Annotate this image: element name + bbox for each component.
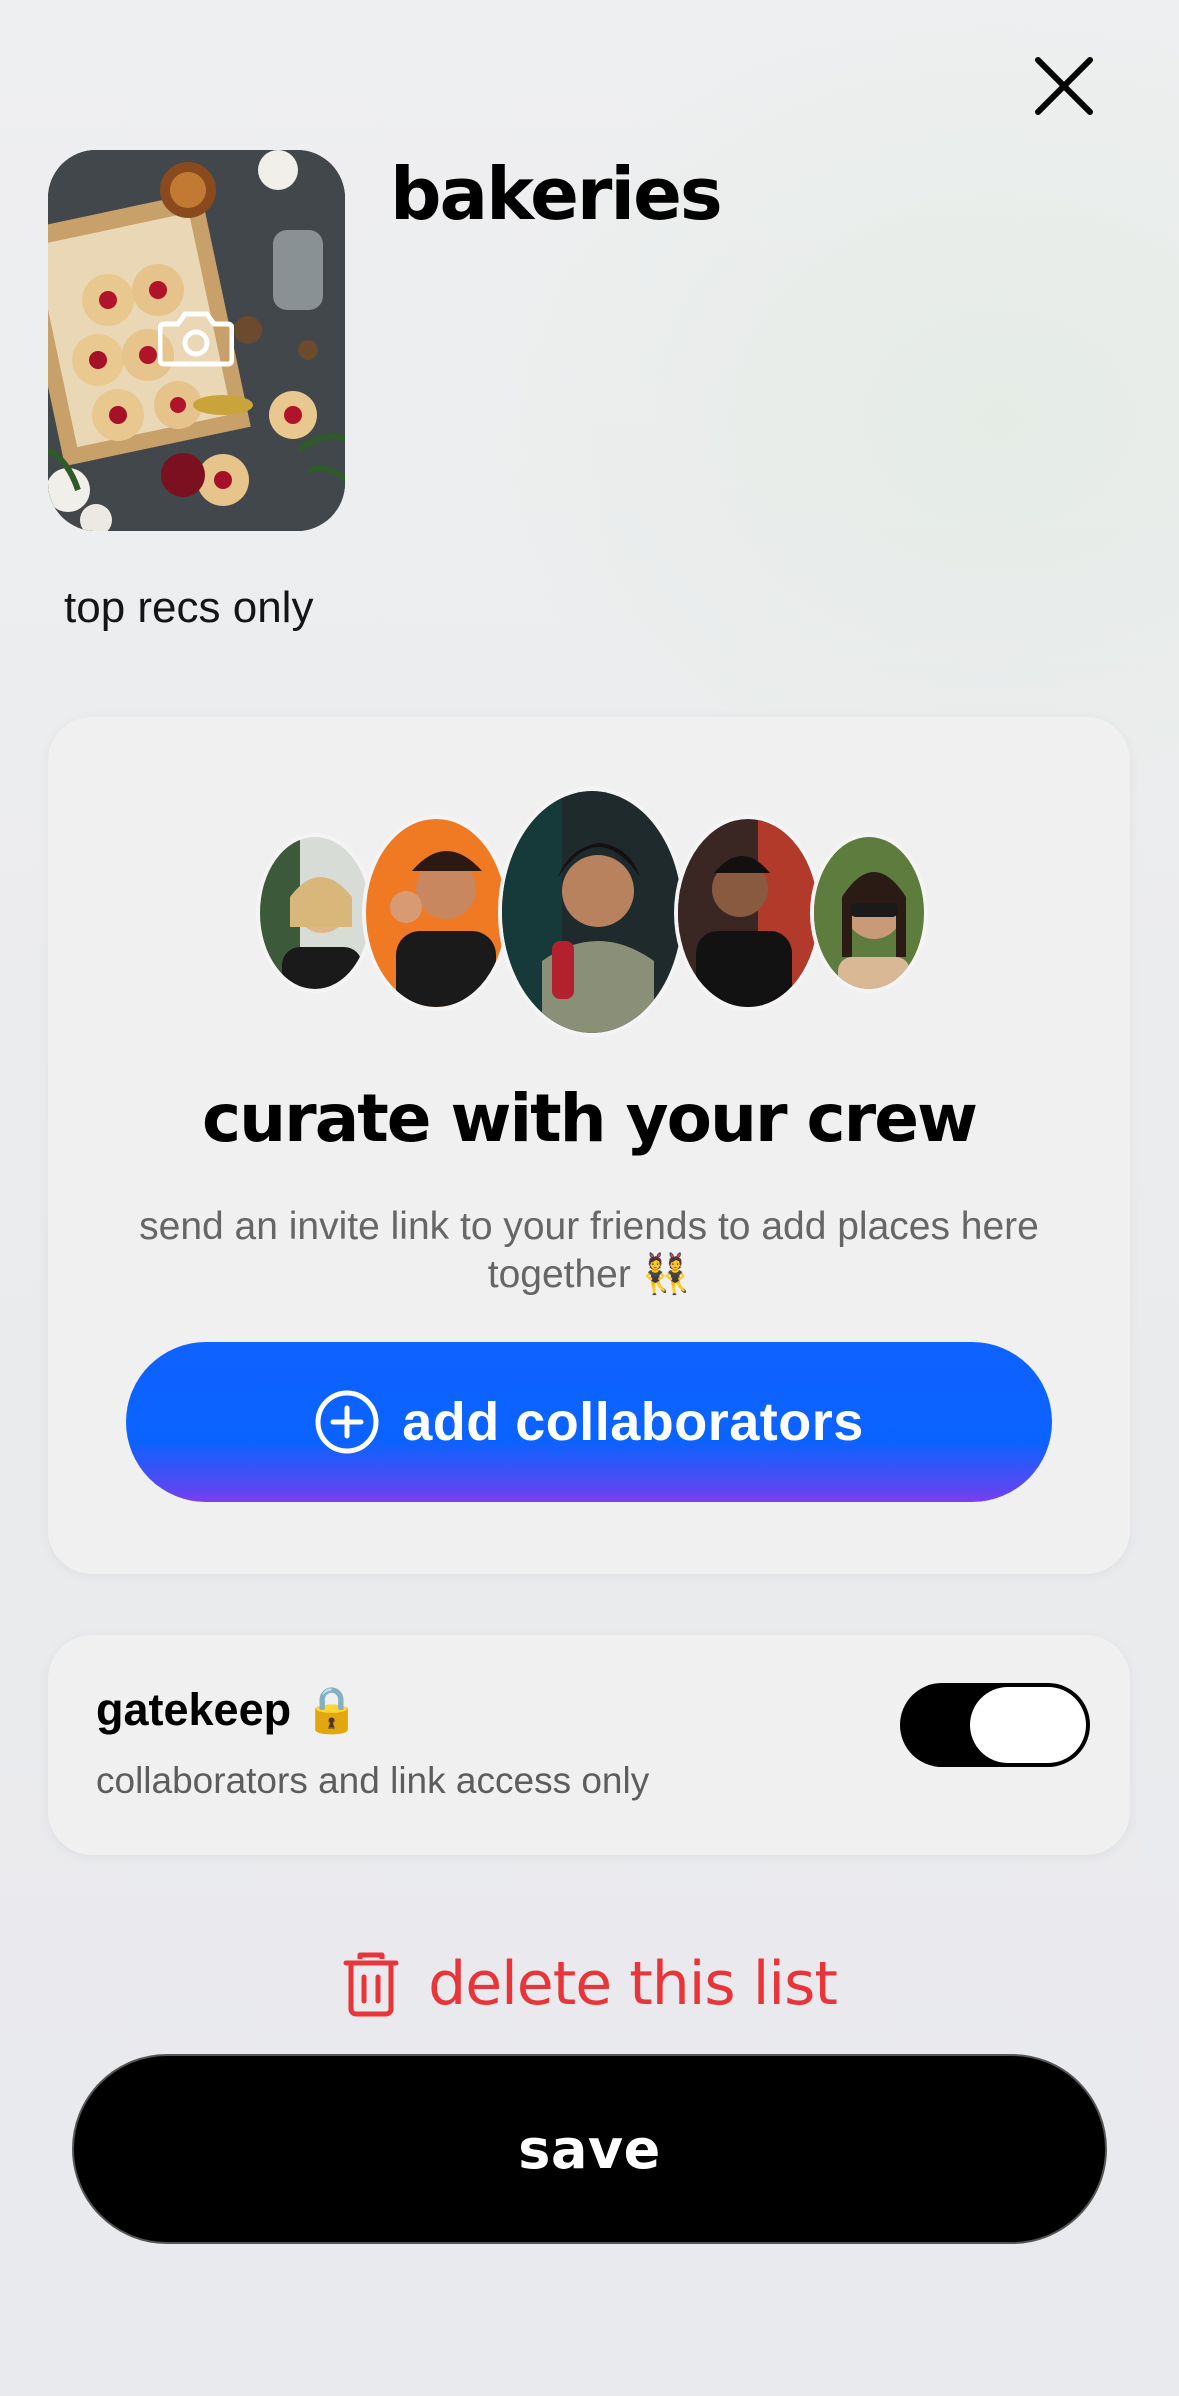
delete-list-label: delete this list (428, 1949, 838, 2019)
add-collaborators-label: add collaborators (402, 1392, 864, 1452)
gatekeep-toggle[interactable] (900, 1683, 1090, 1767)
avatar (674, 815, 822, 1011)
toggle-knob (970, 1687, 1086, 1763)
list-description[interactable]: top recs only (64, 580, 313, 636)
add-collaborators-button[interactable]: add collaborators (126, 1342, 1052, 1502)
save-button[interactable]: save (72, 2054, 1107, 2244)
trash-icon (343, 1952, 399, 2017)
collaborators-card: curate with your crew send an invite lin… (48, 717, 1130, 1574)
gatekeep-title: gatekeep 🔒 (96, 1684, 360, 1735)
avatar (810, 833, 928, 993)
list-title[interactable]: bakeries (390, 152, 723, 236)
close-icon (1035, 57, 1093, 115)
avatar (498, 787, 686, 1037)
delete-list-button[interactable]: delete this list (0, 1948, 1179, 2020)
camera-icon[interactable] (158, 306, 234, 370)
gatekeep-subtitle: collaborators and link access only (96, 1760, 650, 1801)
gatekeep-card: gatekeep 🔒 collaborators and link access… (48, 1635, 1130, 1855)
save-label: save (518, 2117, 661, 2181)
avatar (362, 815, 510, 1011)
avatar (256, 833, 374, 993)
crew-subtitle: send an invite link to your friends to a… (139, 1205, 1039, 1296)
list-cover-image[interactable] (48, 150, 345, 531)
plus-circle-icon (315, 1390, 379, 1454)
avatar-group (48, 717, 1130, 1037)
close-button[interactable] (1030, 52, 1098, 120)
crew-title: curate with your crew (202, 1080, 978, 1157)
